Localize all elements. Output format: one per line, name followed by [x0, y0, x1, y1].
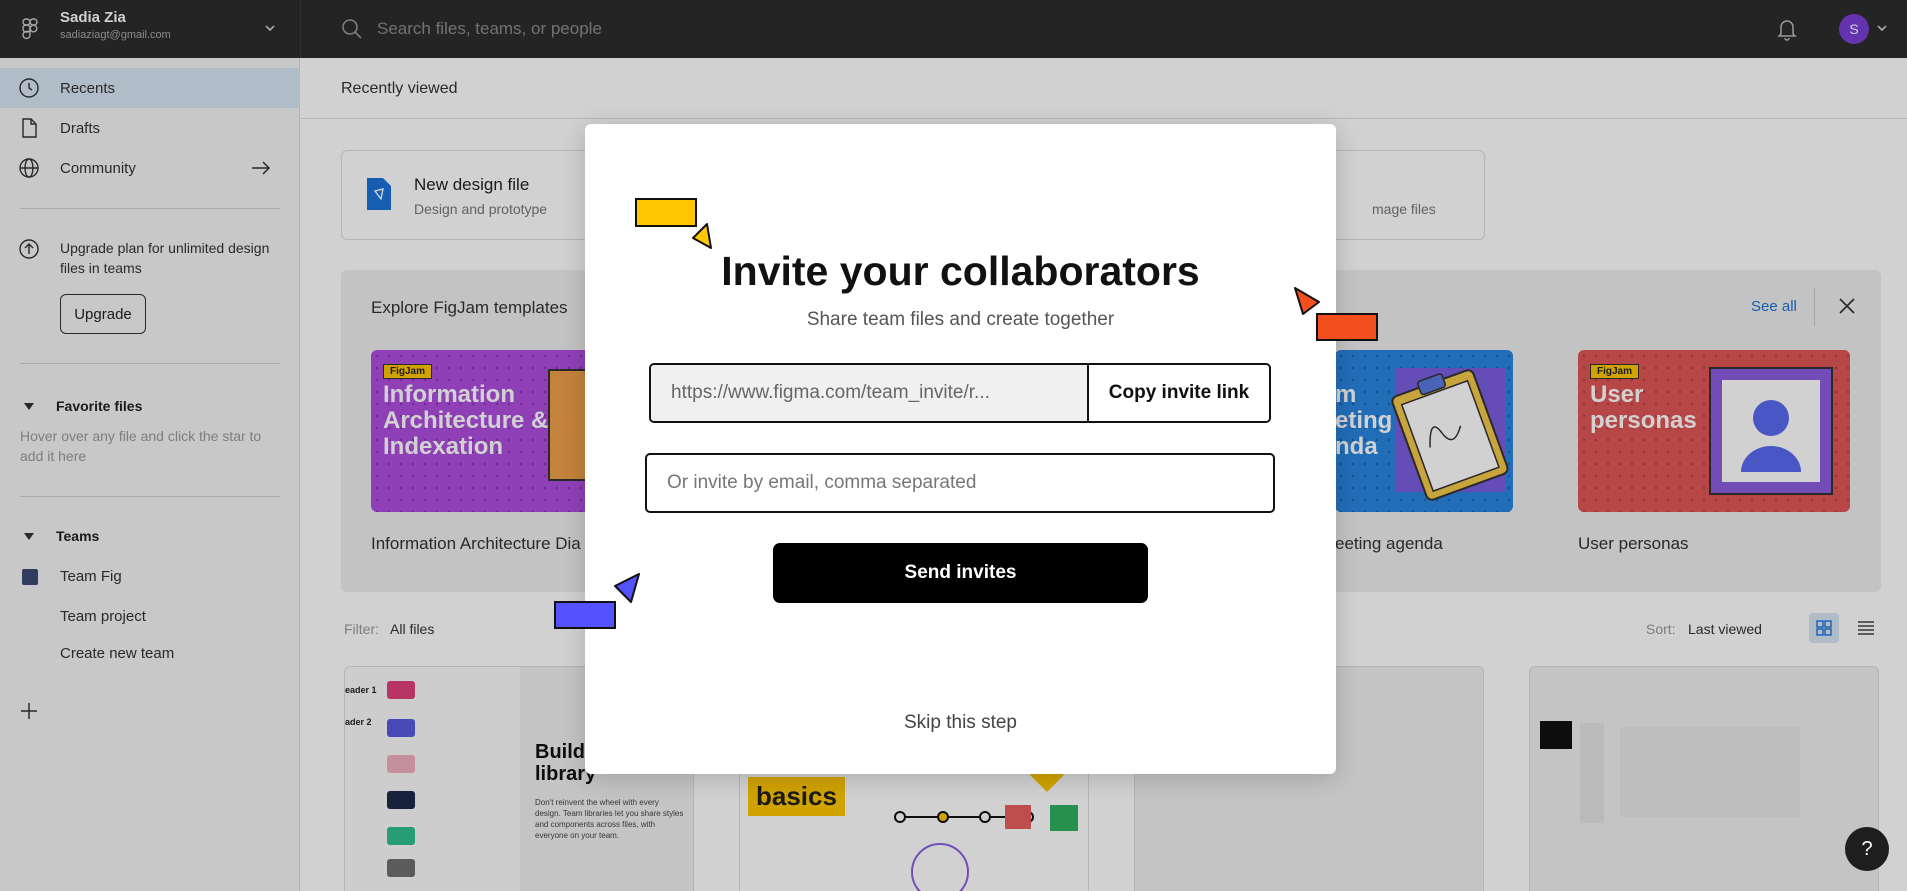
invite-link-box: https://www.figma.com/team_invite/r... C…	[649, 363, 1271, 423]
modal-title: Invite your collaborators	[721, 248, 1200, 294]
skip-step-link[interactable]: Skip this step	[585, 712, 1336, 734]
invite-email-input[interactable]	[645, 453, 1275, 513]
yellow-cursor-decoration	[635, 198, 712, 249]
send-invites-button[interactable]: Send invites	[773, 543, 1148, 603]
copy-invite-link-button[interactable]: Copy invite link	[1089, 365, 1269, 421]
invite-link-field[interactable]: https://www.figma.com/team_invite/r...	[651, 365, 1089, 421]
modal-subtitle: Share team files and create together	[806, 309, 1115, 330]
help-button[interactable]: ?	[1845, 827, 1889, 871]
invite-modal: Invite your collaborators Share team fil…	[554, 124, 1378, 774]
blue-cursor-decoration	[554, 573, 640, 629]
